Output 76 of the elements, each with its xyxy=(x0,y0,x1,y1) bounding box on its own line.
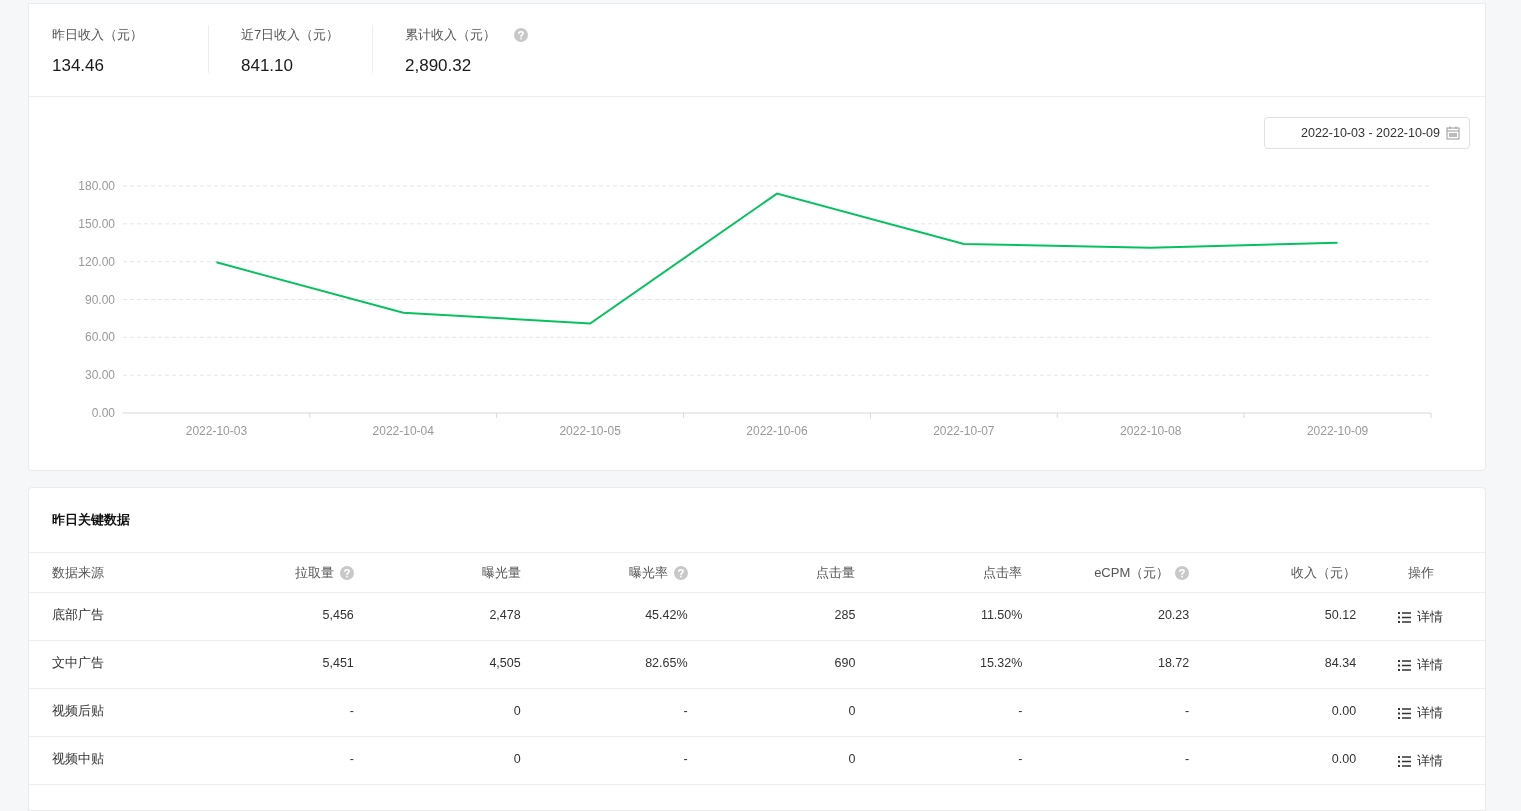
table-cell-text: - xyxy=(1185,703,1190,720)
help-icon xyxy=(339,565,354,580)
table-cell-text: 45.42% xyxy=(645,607,688,624)
y-tick-label: 0.00 xyxy=(91,406,115,420)
table-cell-text: 0 xyxy=(513,703,521,720)
stat-value: 841.10 xyxy=(241,54,294,77)
x-tick-label: 2022-10-04 xyxy=(372,424,434,438)
table-cell-text: 18.72 xyxy=(1157,655,1190,672)
table-cell-text: - xyxy=(349,703,354,720)
table-cell-text: 0.00 xyxy=(1331,751,1357,768)
date-range-picker[interactable]: 2022-10-03 - 2022-10-09 xyxy=(1264,117,1470,149)
table-title: 昨日关键数据 xyxy=(52,511,130,530)
column-header: 点击量 xyxy=(816,563,856,582)
table-cell-text: - xyxy=(1185,751,1190,768)
x-tick-label: 2022-10-05 xyxy=(559,424,621,438)
help-icon xyxy=(673,565,688,580)
help-icon xyxy=(1175,565,1190,580)
help-icon xyxy=(514,27,528,42)
x-tick-label: 2022-10-03 xyxy=(185,424,248,438)
table-cell-text: - xyxy=(683,703,688,720)
table-cell-text: 4,505 xyxy=(489,655,521,672)
table-cell-text: 285 xyxy=(834,607,856,624)
column-header: 数据来源 xyxy=(52,563,104,582)
table-cell-text: 0.00 xyxy=(1331,703,1357,720)
list-icon xyxy=(1398,707,1412,719)
table-cell-text: 视频后贴 xyxy=(52,703,104,720)
table-cell-text: 0 xyxy=(513,751,521,768)
y-tick-label: 120.00 xyxy=(78,254,115,269)
column-header: 曝光率 xyxy=(628,563,668,582)
column-header: 拉取量 xyxy=(294,563,334,582)
list-icon xyxy=(1398,659,1412,671)
details-link[interactable]: 详情 xyxy=(1398,656,1444,675)
y-tick-label: 180.00 xyxy=(78,179,115,193)
y-tick-label: 30.00 xyxy=(84,368,115,383)
table-cell-text: 82.65% xyxy=(645,655,688,672)
table-cell-text: 84.34 xyxy=(1324,655,1357,672)
x-tick-label: 2022-10-06 xyxy=(746,424,808,438)
table-cell-text: 20.23 xyxy=(1157,607,1190,624)
details-link[interactable]: 详情 xyxy=(1398,704,1444,723)
table-cell-text: 5,456 xyxy=(322,607,354,624)
stat-label: 昨日收入（元） xyxy=(52,26,143,44)
list-icon xyxy=(1398,755,1412,767)
y-tick-label: 90.00 xyxy=(84,292,115,307)
x-tick-label: 2022-10-08 xyxy=(1120,424,1182,438)
table-cell-text: 视频中贴 xyxy=(52,751,104,768)
table-cell-text: - xyxy=(349,751,354,768)
table-cell-text: - xyxy=(1018,751,1023,768)
x-tick-label: 2022-10-09 xyxy=(1306,424,1369,438)
table-cell-text: 底部广告 xyxy=(52,607,104,624)
table-cell-text: 0 xyxy=(848,703,856,720)
details-link[interactable]: 详情 xyxy=(1398,608,1444,627)
column-header: 收入（元） xyxy=(1291,563,1357,582)
column-header: 曝光量 xyxy=(481,563,521,582)
details-link[interactable]: 详情 xyxy=(1398,752,1444,771)
table-cell-text: 2,478 xyxy=(489,607,521,624)
table-cell-text: 11.50% xyxy=(980,607,1023,624)
table-cell-text: 50.12 xyxy=(1324,607,1357,624)
column-header: 点击率 xyxy=(983,563,1023,582)
table-cell-text: 15.32% xyxy=(979,655,1023,672)
stat-label: 累计收入（元） xyxy=(405,26,496,44)
table-cell-text: 690 xyxy=(834,655,856,672)
column-header: 操作 xyxy=(1407,563,1434,582)
table-cell-text: - xyxy=(683,751,688,768)
table-cell-text: 文中广告 xyxy=(52,655,104,672)
stat-label: 近7日收入（元） xyxy=(241,26,340,44)
y-tick-label: 150.00 xyxy=(78,216,115,231)
y-tick-label: 60.00 xyxy=(84,330,115,345)
x-tick-label: 2022-10-07 xyxy=(933,424,995,438)
table-cell-text: - xyxy=(1018,703,1023,720)
list-icon xyxy=(1398,611,1412,623)
stat-value: 2,890.32 xyxy=(405,54,473,77)
table-cell-text: 0 xyxy=(848,751,856,768)
table-cell-text: 5,451 xyxy=(322,655,354,672)
stat-value: 134.46 xyxy=(52,54,105,77)
calendar-icon xyxy=(1446,126,1460,140)
column-header: eCPM（元） xyxy=(1094,563,1170,582)
